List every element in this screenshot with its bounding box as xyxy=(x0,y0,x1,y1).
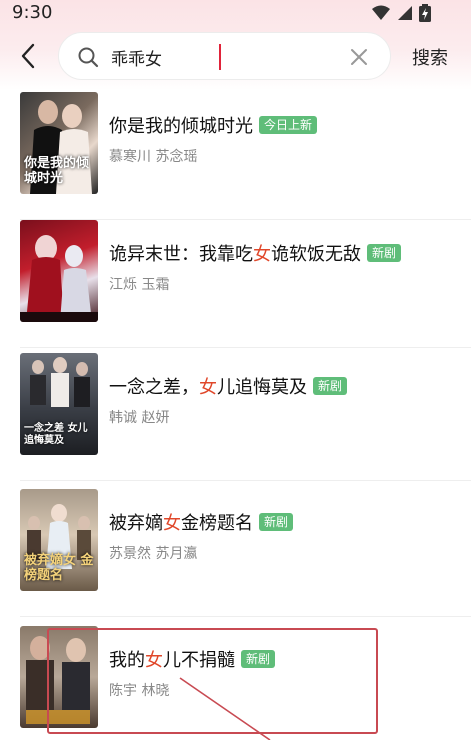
annotation-arrow xyxy=(179,677,271,740)
